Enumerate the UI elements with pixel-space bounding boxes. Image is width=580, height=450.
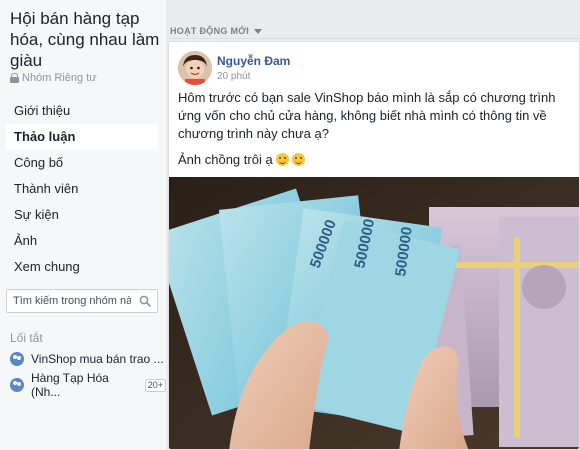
nav-item-announcements[interactable]: Công bố [6, 150, 158, 176]
shortcut-label: VinShop mua bán trao ... [31, 352, 164, 366]
post-text-line: Ảnh chồng trôi ạ [178, 152, 273, 167]
group-search-input[interactable] [13, 295, 131, 307]
shortcut-label: Hàng Tạp Hóa (Nh... [31, 371, 109, 399]
caret-down-icon [254, 28, 263, 34]
shortcuts-title: Lối tắt [10, 331, 43, 345]
lock-icon [10, 73, 19, 83]
shortcut-item[interactable]: VinShop mua bán trao ... [10, 351, 164, 367]
post-author-link[interactable]: Nguyễn Đam [217, 54, 290, 68]
group-icon [10, 352, 24, 366]
post-timestamp[interactable]: 20 phút [217, 71, 250, 82]
group-nav: Giới thiệu Thảo luận Công bố Thành viên … [6, 98, 158, 280]
group-sidebar: Hội bán hàng tạp hóa, cùng nhau làm giàu… [0, 0, 166, 450]
post-photo[interactable]: 500000 500000 500000 [169, 177, 580, 450]
feed-header-label: HOẠT ĐỘNG MỚI [170, 26, 250, 36]
group-search-box [6, 289, 158, 313]
search-icon[interactable] [139, 295, 151, 307]
post-card: Nguyễn Đam 20 phút Hôm trước có bạn sale… [168, 41, 580, 450]
divider [168, 38, 580, 39]
nav-item-photos[interactable]: Ảnh [6, 228, 158, 254]
grin-emoji-icon [291, 153, 305, 166]
author-avatar[interactable] [178, 51, 212, 85]
feed-sort-dropdown[interactable]: HOẠT ĐỘNG MỚI [170, 26, 263, 36]
portrait-watermark [522, 265, 566, 309]
group-title[interactable]: Hội bán hàng tạp hóa, cùng nhau làm giàu [10, 8, 162, 71]
privacy-label: Nhóm Riêng tư [10, 72, 97, 84]
post-text-secondary: Ảnh chồng trôi ạ [178, 152, 305, 167]
nav-item-watch-party[interactable]: Xem chung [6, 254, 158, 280]
nav-item-events[interactable]: Sự kiện [6, 202, 158, 228]
nav-item-discussion[interactable]: Thảo luận [6, 124, 158, 150]
money-stack [499, 217, 579, 447]
privacy-text: Nhóm Riêng tư [22, 72, 97, 84]
shortcut-item[interactable]: Hàng Tạp Hóa (Nh... 20+ [10, 371, 166, 399]
notification-badge: 20+ [144, 378, 166, 392]
nav-item-about[interactable]: Giới thiệu [6, 98, 158, 124]
group-icon [10, 378, 24, 392]
nav-item-members[interactable]: Thành viên [6, 176, 158, 202]
grin-emoji-icon [275, 153, 289, 166]
post-text: Hôm trước có bạn sale VinShop báo mình l… [178, 90, 556, 141]
